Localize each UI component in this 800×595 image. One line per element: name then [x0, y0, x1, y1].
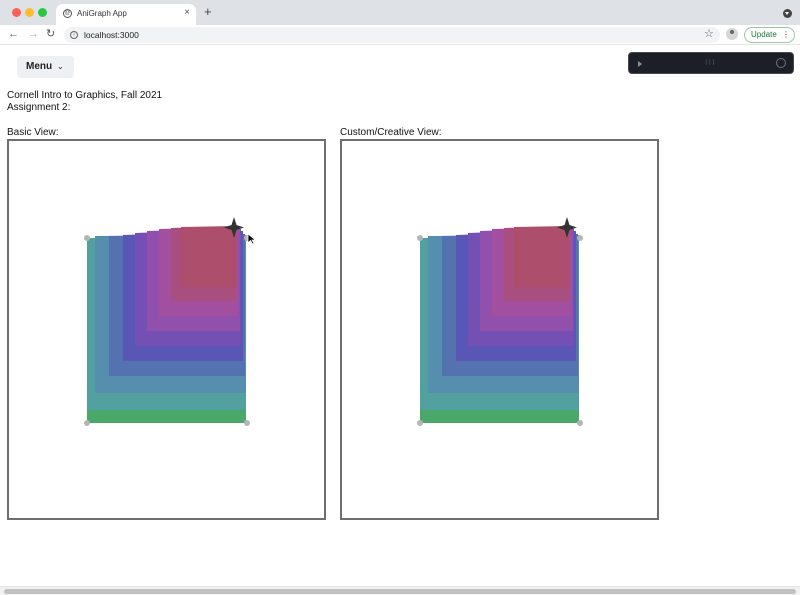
- scrollbar-thumb[interactable]: [4, 589, 796, 594]
- reload-button[interactable]: ↻: [46, 28, 55, 41]
- assignment-title: Assignment 2:: [7, 102, 71, 113]
- basic-view-scene: [84, 217, 250, 426]
- browser-window: @ AniGraph App × + ← → ↻ i localhost:300…: [0, 0, 800, 595]
- star-icon[interactable]: ☆: [704, 28, 714, 40]
- vertex-handle[interactable]: [577, 235, 583, 241]
- menu-label: Menu: [26, 61, 53, 72]
- chevron-down-icon: ⌄: [57, 62, 64, 71]
- vertex-handle[interactable]: [417, 235, 423, 241]
- info-icon[interactable]: i: [70, 31, 78, 39]
- custom-view-canvas[interactable]: [340, 139, 659, 520]
- tab-search-icon[interactable]: [783, 9, 792, 18]
- custom-view-scene: [417, 217, 583, 426]
- tab-title: AniGraph App: [77, 9, 127, 18]
- new-tab-button[interactable]: +: [204, 5, 212, 18]
- forward-button[interactable]: →: [28, 28, 39, 41]
- tab-close-icon[interactable]: ×: [184, 7, 190, 18]
- tab-bar: @ AniGraph App × +: [0, 0, 800, 25]
- vertex-handle[interactable]: [417, 420, 423, 426]
- profile-icon[interactable]: [726, 28, 738, 40]
- custom-view-label: Custom/Creative View:: [340, 127, 442, 138]
- kebab-icon: ⋮: [782, 30, 790, 39]
- nested-squares: [87, 226, 246, 423]
- search-icon[interactable]: [776, 58, 786, 68]
- url-text[interactable]: localhost:3000: [84, 30, 139, 40]
- browser-tab[interactable]: @ AniGraph App ×: [56, 4, 196, 25]
- basic-view-canvas[interactable]: [7, 139, 326, 520]
- browser-toolbar: ← → ↻ i localhost:3000 ☆ Update ⋮: [0, 25, 800, 45]
- vertex-handle[interactable]: [84, 420, 90, 426]
- vertex-handle[interactable]: [84, 235, 90, 241]
- minimize-window-button[interactable]: [25, 8, 34, 17]
- page-heading: Cornell Intro to Graphics, Fall 2021 Ass…: [7, 90, 162, 114]
- course-title: Cornell Intro to Graphics, Fall 2021: [7, 90, 163, 101]
- vertex-handle[interactable]: [577, 420, 583, 426]
- drag-handle-icon[interactable]: ⁝⁝⁝: [705, 58, 716, 67]
- back-button[interactable]: ←: [8, 28, 19, 41]
- update-label: Update: [751, 30, 777, 39]
- vertex-handle[interactable]: [244, 420, 250, 426]
- address-bar[interactable]: i localhost:3000: [64, 27, 720, 43]
- controls-panel[interactable]: ⁝⁝⁝: [628, 52, 794, 74]
- basic-view-label: Basic View:: [7, 127, 59, 138]
- nested-squares: [420, 226, 579, 423]
- update-button[interactable]: Update ⋮: [744, 27, 795, 43]
- maximize-window-button[interactable]: [38, 8, 47, 17]
- favicon-icon: @: [63, 9, 72, 18]
- cursor-icon: [247, 233, 257, 245]
- close-window-button[interactable]: [12, 8, 21, 17]
- square-layer: [514, 226, 569, 287]
- menu-button[interactable]: Menu ⌄: [17, 56, 74, 78]
- play-icon[interactable]: [638, 61, 642, 67]
- horizontal-scrollbar[interactable]: [0, 586, 800, 595]
- square-layer: [181, 226, 236, 287]
